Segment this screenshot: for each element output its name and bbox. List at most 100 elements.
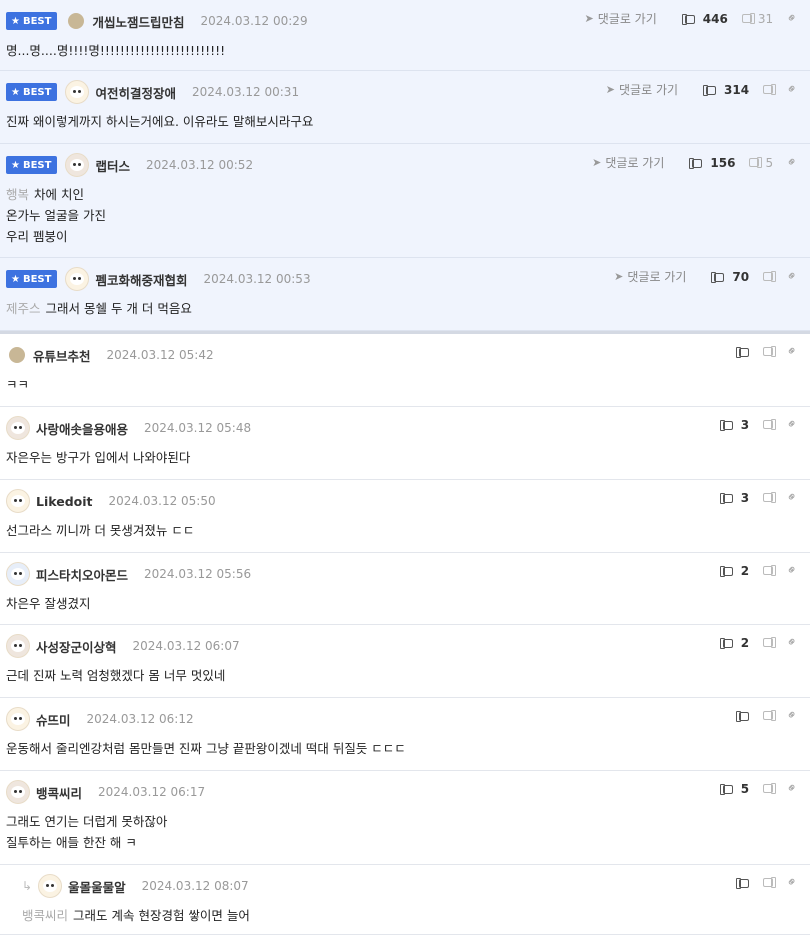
goto-reply-link[interactable]: ➤ 댓글로 가기 — [606, 81, 678, 98]
upvote-button[interactable]: 2 — [719, 564, 749, 578]
upvote-button[interactable]: 2 — [719, 635, 750, 650]
avatar — [6, 707, 30, 731]
upvote-count: 156 — [710, 155, 736, 170]
nickname[interactable]: Likedoit — [36, 494, 93, 509]
comment-text-line: 근데 진짜 노력 엄청했겠다 몸 너무 멋있네 — [6, 665, 225, 686]
nickname[interactable]: 여전히결정장애 — [95, 83, 176, 102]
dog-face-icon — [11, 640, 25, 652]
thumb-down-icon — [741, 13, 755, 24]
avatar — [65, 267, 90, 291]
downvote-button[interactable] — [763, 492, 777, 503]
downvote-count: 5 — [765, 155, 774, 170]
link-button[interactable]: ⚭ — [783, 873, 801, 891]
upvote-button[interactable]: 156 — [689, 155, 736, 170]
thumb-down-icon — [763, 783, 777, 794]
star-icon: ★ — [11, 15, 20, 27]
link-button[interactable]: ⚭ — [783, 80, 801, 98]
downvote-button[interactable] — [763, 346, 777, 357]
best-badge-label: BEST — [22, 86, 52, 98]
link-icon: ⚭ — [783, 153, 802, 172]
goto-reply-link[interactable]: ➤ 댓글로 가기 — [592, 154, 664, 171]
comment-actions: 3 ⚭ — [709, 415, 802, 434]
upvote-button[interactable]: 314 — [703, 82, 750, 97]
nickname[interactable]: 랩터스 — [95, 156, 130, 175]
link-icon: ⚭ — [783, 633, 802, 652]
nickname[interactable]: 울몰울물알 — [68, 877, 126, 896]
link-button[interactable]: ⚭ — [783, 488, 801, 506]
comment-actions: 2 ⚭ — [709, 561, 802, 580]
best-comment: ★ BEST 펨코화해중재협회 2024.03.12 00:53 ➤ 댓글로 가기 70 ⚭ 제… — [0, 258, 810, 331]
upvote-count: 3 — [740, 417, 750, 432]
link-icon: ⚭ — [783, 873, 802, 892]
comment-prefix[interactable]: 제주스 — [6, 301, 41, 316]
avatar — [68, 13, 85, 29]
downvote-button[interactable] — [763, 419, 777, 430]
downvote-button[interactable] — [763, 271, 777, 282]
best-badge-label: BEST — [22, 273, 52, 285]
comment-item: 피스타치오아몬드 2024.03.12 05:56 2 ⚭ 차은우 잘생겼지 — [0, 553, 810, 625]
link-icon: ⚭ — [783, 9, 802, 28]
link-button[interactable]: ⚭ — [783, 633, 801, 651]
nickname[interactable]: 슈뜨미 — [36, 710, 71, 729]
comment-header: 사랑애솟을용애용 2024.03.12 05:48 — [6, 416, 252, 440]
upvote-count: 314 — [724, 82, 750, 97]
downvote-count: 31 — [757, 11, 774, 26]
avatar — [6, 634, 30, 658]
comment-text: 우리 펨붕이 — [6, 229, 68, 244]
link-button[interactable]: ⚭ — [783, 561, 801, 579]
nickname[interactable]: 피스타치오아몬드 — [36, 565, 128, 584]
dog-face-icon — [11, 568, 25, 580]
upvote-button[interactable]: 446 — [681, 12, 728, 26]
goto-reply-link[interactable]: ➤ 댓글로 가기 — [614, 268, 686, 285]
upvote-button[interactable]: 3 — [719, 491, 749, 505]
nickname[interactable]: 뱅콕씨리 — [36, 783, 82, 802]
upvote-button[interactable] — [736, 346, 750, 358]
upvote-button[interactable]: 3 — [719, 417, 750, 432]
thumb-up-icon — [736, 711, 750, 722]
link-button[interactable]: ⚭ — [783, 9, 801, 27]
link-button[interactable]: ⚭ — [783, 779, 801, 797]
comment-text-line: 그래도 연기는 더럽게 못하잖아 — [6, 811, 167, 832]
thumb-down-icon — [763, 877, 777, 888]
thumb-up-icon — [736, 878, 750, 889]
timestamp: 2024.03.12 05:48 — [144, 421, 252, 435]
link-icon: ⚭ — [783, 706, 802, 725]
downvote-button[interactable] — [763, 710, 777, 721]
comment-item: 유튜브추천 2024.03.12 05:42 ⚭ ㅋㅋ — [0, 334, 810, 407]
downvote-button[interactable] — [763, 565, 777, 576]
comment-text: 질투하는 애들 한잔 해 ㅋ — [6, 835, 137, 850]
downvote-button[interactable]: 31 — [741, 11, 774, 26]
link-button[interactable]: ⚭ — [783, 267, 801, 285]
upvote-button[interactable] — [736, 877, 750, 889]
best-badge-label: BEST — [22, 15, 52, 27]
comment-text-line: ㅋㅋ — [6, 374, 29, 395]
downvote-button[interactable] — [763, 84, 777, 95]
downvote-button[interactable] — [763, 783, 777, 794]
link-button[interactable]: ⚭ — [783, 706, 801, 724]
avatar — [6, 780, 30, 804]
upvote-count: 2 — [740, 635, 750, 650]
upvote-button[interactable]: 70 — [711, 270, 749, 284]
downvote-button[interactable] — [763, 877, 777, 888]
send-arrow-icon: ➤ — [584, 12, 594, 25]
nickname[interactable]: 사성장군이상혁 — [36, 637, 117, 656]
comment-prefix[interactable]: 뱅콕씨리 — [22, 908, 68, 923]
downvote-button[interactable] — [763, 637, 777, 648]
upvote-button[interactable]: 5 — [719, 781, 750, 796]
link-button[interactable]: ⚭ — [783, 342, 801, 360]
link-button[interactable]: ⚭ — [783, 415, 801, 433]
upvote-count: 5 — [740, 781, 750, 796]
upvote-button[interactable] — [736, 710, 750, 722]
goto-reply-link[interactable]: ➤ 댓글로 가기 — [585, 10, 657, 27]
goto-reply-label: 댓글로 가기 — [627, 270, 687, 284]
send-arrow-icon: ➤ — [592, 156, 602, 169]
nickname[interactable]: 사랑애솟을용애용 — [36, 419, 128, 438]
comment-body: 근데 진짜 노력 엄청했겠다 몸 너무 멋있네 — [6, 665, 225, 686]
dog-face-icon — [70, 86, 85, 98]
link-button[interactable]: ⚭ — [783, 153, 801, 171]
nickname[interactable]: 개씹노잼드립만침 — [92, 12, 184, 31]
comment-prefix[interactable]: 행복 — [6, 187, 29, 202]
nickname[interactable]: 펨코화해중재협회 — [95, 270, 187, 289]
nickname[interactable]: 유튜브추천 — [33, 346, 91, 365]
downvote-button[interactable]: 5 — [749, 156, 773, 170]
